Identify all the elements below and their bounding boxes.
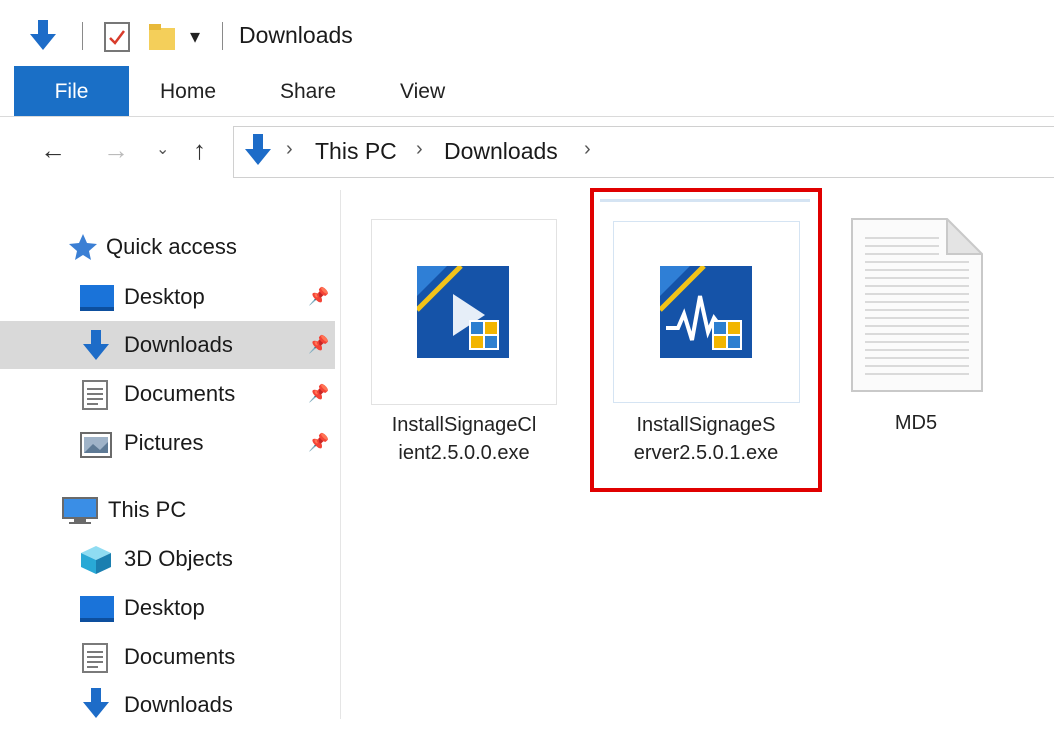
tab-view[interactable]: View: [386, 66, 459, 116]
breadcrumb-separator[interactable]: ›: [286, 138, 293, 161]
downloads-icon: [81, 330, 111, 362]
toolbar-separator: [82, 22, 83, 50]
nav-quick-access[interactable]: Quick access: [106, 234, 237, 260]
pin-icon[interactable]: 📌: [308, 287, 329, 307]
nav-this-pc[interactable]: This PC: [108, 497, 186, 523]
window-title: Downloads: [239, 22, 353, 48]
signage-client-installer-icon: [415, 264, 509, 358]
recent-locations-chevron-icon[interactable]: ⌄: [156, 139, 169, 159]
nav-item-label: Downloads: [124, 332, 233, 357]
breadcrumb-downloads[interactable]: Downloads: [444, 138, 558, 165]
back-arrow-icon[interactable]: ←: [40, 135, 66, 166]
nav-item-label: Documents: [124, 644, 236, 669]
new-folder-icon[interactable]: [147, 22, 177, 52]
downloads-icon: [81, 688, 111, 719]
download-arrow-icon[interactable]: [28, 20, 58, 52]
pin-icon[interactable]: 📌: [308, 433, 329, 453]
breadcrumb-separator[interactable]: ›: [584, 138, 591, 161]
3d-objects-icon: [80, 545, 112, 575]
nav-item-label: Desktop: [124, 595, 205, 620]
desktop-icon: [80, 596, 114, 622]
text-document-icon: [851, 216, 985, 392]
downloads-location-icon: [243, 134, 273, 168]
properties-check-icon[interactable]: [104, 22, 130, 52]
up-arrow-icon[interactable]: ↑: [193, 135, 206, 166]
pin-icon[interactable]: 📌: [308, 335, 329, 355]
nav-item-label: Desktop: [124, 284, 205, 309]
breadcrumb-separator[interactable]: ›: [416, 138, 423, 161]
pictures-icon: [80, 432, 112, 458]
file-name: MD5: [894, 412, 938, 434]
desktop-icon: [80, 285, 114, 311]
pin-icon[interactable]: 📌: [308, 384, 329, 404]
tab-home[interactable]: Home: [146, 66, 230, 116]
nav-item-label: 3D Objects: [124, 546, 233, 571]
breadcrumb-this-pc[interactable]: This PC: [315, 138, 397, 165]
tab-share[interactable]: Share: [266, 66, 350, 116]
forward-arrow-icon[interactable]: →: [103, 135, 129, 166]
tab-file[interactable]: File: [14, 66, 129, 116]
nav-item-label: Downloads: [124, 692, 233, 717]
documents-icon: [82, 380, 108, 410]
red-highlight-box: [590, 188, 822, 492]
documents-icon: [82, 643, 108, 673]
customize-dropdown-icon[interactable]: ▾: [190, 24, 200, 49]
nav-item-label: Pictures: [124, 430, 204, 455]
file-name-line2: ient2.5.0.0.exe: [398, 442, 530, 464]
toolbar-separator: [222, 22, 223, 50]
this-pc-icon: [62, 497, 98, 525]
nav-item-label: Documents: [124, 381, 236, 406]
file-name-line1: InstallSignageCl: [391, 414, 537, 436]
star-icon: [68, 233, 98, 261]
